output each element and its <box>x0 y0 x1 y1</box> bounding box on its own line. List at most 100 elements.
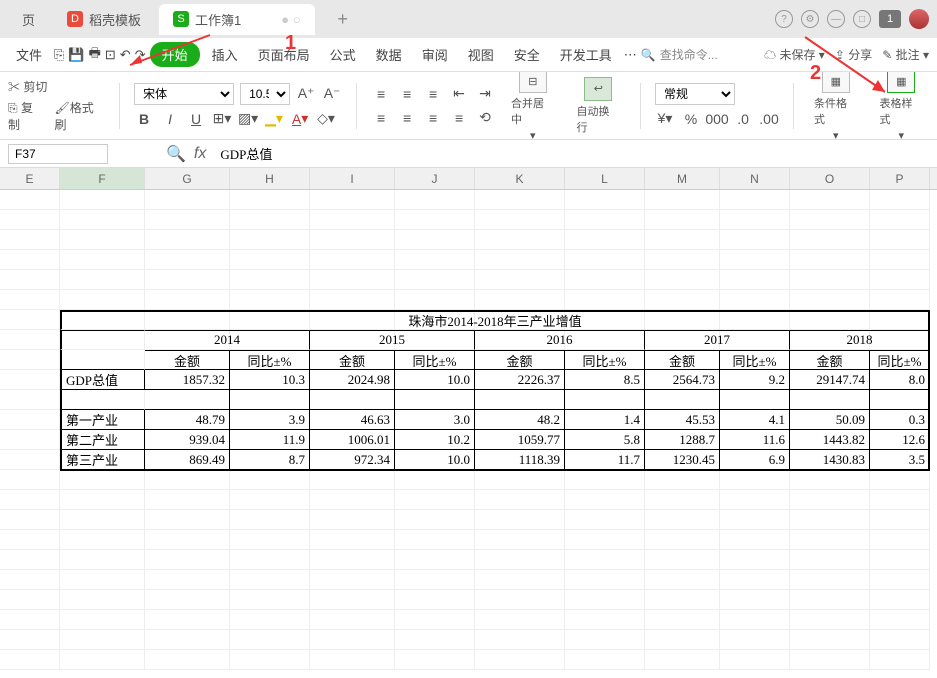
minimize-icon[interactable]: — <box>827 10 845 28</box>
cell[interactable] <box>60 490 145 510</box>
cell[interactable] <box>645 470 720 490</box>
cell[interactable] <box>720 390 790 410</box>
cell[interactable] <box>310 250 395 270</box>
cell[interactable] <box>230 590 310 610</box>
cell[interactable]: 1857.32 <box>145 370 230 390</box>
help-icon[interactable]: ? <box>775 10 793 28</box>
cell[interactable] <box>790 630 870 650</box>
cell[interactable] <box>720 550 790 570</box>
cell[interactable]: 2024.98 <box>310 370 395 390</box>
cell[interactable] <box>0 430 60 450</box>
cell[interactable] <box>145 550 230 570</box>
cell[interactable] <box>60 210 145 230</box>
cell[interactable] <box>720 190 790 210</box>
cell[interactable] <box>395 530 475 550</box>
cell[interactable] <box>790 570 870 590</box>
cell[interactable] <box>395 570 475 590</box>
cell[interactable]: 8.7 <box>230 450 310 470</box>
cell[interactable] <box>230 490 310 510</box>
cell[interactable]: 11.6 <box>720 430 790 450</box>
cell[interactable] <box>870 250 930 270</box>
maximize-icon[interactable]: □ <box>853 10 871 28</box>
cell[interactable]: 2016 <box>475 330 645 350</box>
cell[interactable] <box>230 290 310 310</box>
cell[interactable]: 3.9 <box>230 410 310 430</box>
cell[interactable] <box>565 230 645 250</box>
cell[interactable] <box>395 470 475 490</box>
cell[interactable] <box>60 590 145 610</box>
cell[interactable] <box>645 390 720 410</box>
bold-icon[interactable]: B <box>134 109 154 129</box>
cell[interactable] <box>395 510 475 530</box>
cell[interactable] <box>310 490 395 510</box>
cell[interactable] <box>790 290 870 310</box>
cell[interactable] <box>645 290 720 310</box>
unsaved-button[interactable]: ☁ 未保存 ▾ <box>764 46 825 63</box>
cell[interactable] <box>0 250 60 270</box>
indent-decrease-icon[interactable]: ⇤ <box>449 84 469 104</box>
cell[interactable] <box>0 550 60 570</box>
font-size-select[interactable]: 10.5 <box>240 83 290 105</box>
cell[interactable]: 同比±% <box>395 350 475 370</box>
cell[interactable] <box>475 390 565 410</box>
cell[interactable]: 第一产业 <box>60 410 145 430</box>
cell[interactable]: 48.2 <box>475 410 565 430</box>
cell[interactable] <box>230 530 310 550</box>
cell[interactable] <box>790 550 870 570</box>
cell[interactable] <box>790 210 870 230</box>
cell[interactable]: GDP总值 <box>60 370 145 390</box>
cell[interactable] <box>60 190 145 210</box>
cell[interactable] <box>145 590 230 610</box>
cell[interactable] <box>0 530 60 550</box>
cell[interactable] <box>720 270 790 290</box>
cell[interactable]: 11.9 <box>230 430 310 450</box>
cell[interactable] <box>395 490 475 510</box>
cell[interactable] <box>395 650 475 670</box>
cell[interactable]: 2017 <box>645 330 790 350</box>
cell[interactable] <box>60 570 145 590</box>
cell[interactable] <box>870 390 930 410</box>
cell[interactable] <box>310 630 395 650</box>
name-box[interactable] <box>8 144 108 164</box>
spreadsheet-grid[interactable]: EFGHIJKLMNOP 珠海市2014-2018年三产业增值201420152… <box>0 168 937 678</box>
cell[interactable] <box>0 310 60 330</box>
cell[interactable]: 939.04 <box>145 430 230 450</box>
cell[interactable] <box>870 290 930 310</box>
cell[interactable]: 1059.77 <box>475 430 565 450</box>
cell[interactable] <box>720 510 790 530</box>
cell[interactable] <box>645 250 720 270</box>
cell[interactable] <box>870 230 930 250</box>
cell[interactable] <box>790 190 870 210</box>
cell[interactable] <box>645 490 720 510</box>
cell[interactable] <box>230 190 310 210</box>
cell[interactable] <box>790 530 870 550</box>
cell[interactable] <box>790 490 870 510</box>
col-header-F[interactable]: F <box>60 168 145 189</box>
cell[interactable] <box>0 470 60 490</box>
cell[interactable] <box>0 590 60 610</box>
cell[interactable]: 第三产业 <box>60 450 145 470</box>
preview-icon[interactable]: ⊡ <box>105 47 116 63</box>
cell[interactable]: 45.53 <box>645 410 720 430</box>
cell[interactable] <box>145 630 230 650</box>
cell[interactable] <box>720 230 790 250</box>
cell[interactable] <box>565 590 645 610</box>
number-format-select[interactable]: 常规 <box>655 83 735 105</box>
cell[interactable] <box>60 350 145 370</box>
print-icon[interactable]: 🖶 <box>89 44 101 66</box>
cell[interactable]: 金额 <box>475 350 565 370</box>
cell[interactable] <box>475 590 565 610</box>
cell[interactable]: 1230.45 <box>645 450 720 470</box>
align-bottom-icon[interactable]: ≡ <box>423 84 443 104</box>
cell[interactable] <box>230 470 310 490</box>
cell[interactable] <box>60 270 145 290</box>
tab-workbook[interactable]: S 工作簿1 ● ○ <box>159 4 315 35</box>
save-icon[interactable]: 💾 <box>68 47 84 63</box>
cell[interactable] <box>565 390 645 410</box>
cell[interactable] <box>720 290 790 310</box>
cell[interactable] <box>0 650 60 670</box>
cell[interactable] <box>0 610 60 630</box>
cell[interactable]: 10.0 <box>395 450 475 470</box>
cell[interactable] <box>60 390 145 410</box>
cell[interactable] <box>475 190 565 210</box>
